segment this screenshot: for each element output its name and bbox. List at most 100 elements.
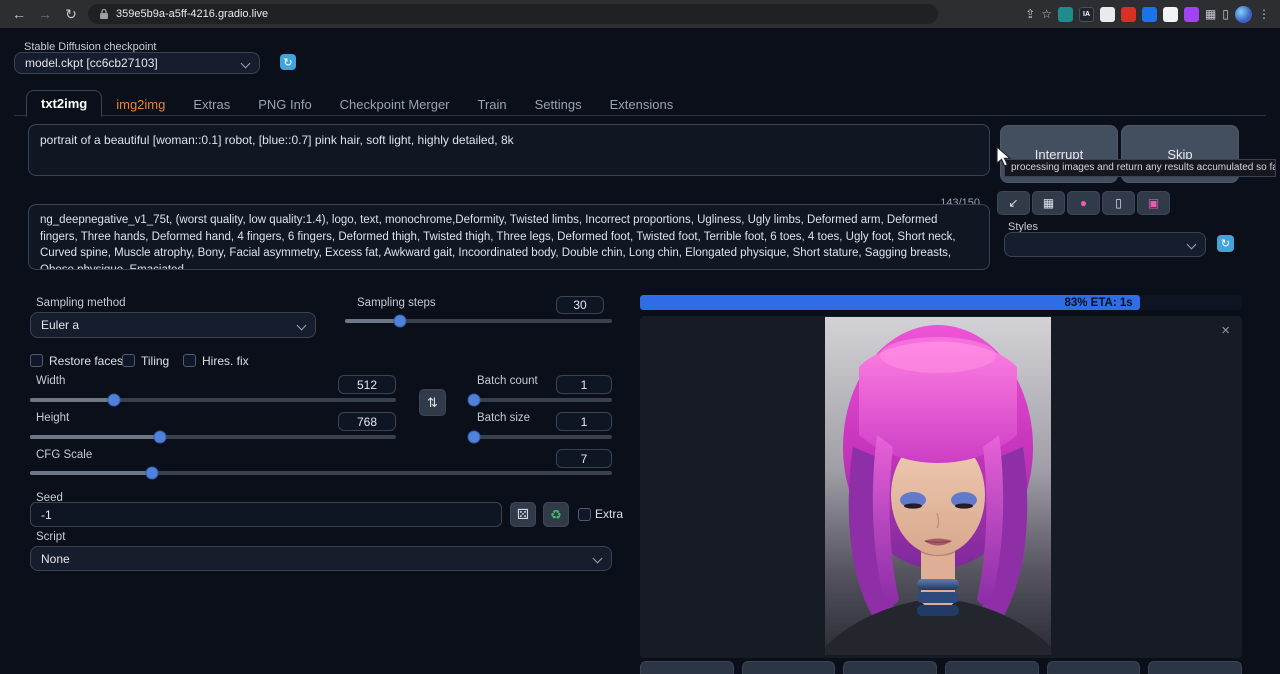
tab-settings[interactable]: Settings bbox=[521, 92, 596, 117]
grid-icon: ▦ bbox=[1043, 196, 1054, 210]
slider-handle[interactable] bbox=[154, 431, 167, 444]
browser-toolbar: ← → ↻ 359e5b9a-a5ff-4216.gradio.live ⇪ ☆… bbox=[0, 0, 1280, 28]
height-slider[interactable] bbox=[30, 435, 396, 439]
tab-txt2img[interactable]: txt2img bbox=[26, 90, 102, 117]
lock-icon bbox=[99, 8, 109, 20]
gallery-toolbar-button[interactable] bbox=[742, 661, 836, 674]
seed-extra-checkbox[interactable] bbox=[578, 508, 591, 521]
profile-avatar[interactable] bbox=[1235, 6, 1252, 23]
script-label: Script bbox=[36, 531, 65, 543]
menu-icon[interactable]: ⋮ bbox=[1258, 7, 1270, 21]
dice-icon: ⚄ bbox=[517, 506, 529, 523]
slider-handle[interactable] bbox=[108, 394, 121, 407]
share-icon[interactable]: ⇪ bbox=[1025, 7, 1035, 21]
styles-refresh-button[interactable]: ↻ bbox=[1217, 235, 1234, 252]
slider-fill bbox=[30, 398, 114, 402]
restore-faces-label: Restore faces bbox=[49, 354, 123, 368]
chevron-down-icon bbox=[593, 554, 603, 564]
checkpoint-refresh-button[interactable]: ↻ bbox=[280, 54, 296, 70]
progress-fill: 83% ETA: 1s bbox=[640, 295, 1140, 310]
cfg-scale-label: CFG Scale bbox=[36, 449, 92, 461]
extension-icon-ia[interactable]: IA bbox=[1079, 7, 1094, 22]
slider-handle[interactable] bbox=[468, 431, 481, 444]
width-value[interactable]: 512 bbox=[338, 375, 396, 394]
tab-png-info[interactable]: PNG Info bbox=[244, 92, 325, 117]
tab-checkpoint-merger[interactable]: Checkpoint Merger bbox=[326, 92, 464, 117]
restore-faces-checkbox[interactable] bbox=[30, 354, 43, 367]
sampling-steps-value[interactable]: 30 bbox=[556, 296, 604, 314]
card-icon: ● bbox=[1080, 196, 1087, 210]
tab-extras[interactable]: Extras bbox=[179, 92, 244, 117]
gallery-toolbar bbox=[640, 661, 1242, 674]
forward-icon[interactable]: → bbox=[36, 0, 54, 28]
style-card-button[interactable]: ● bbox=[1067, 191, 1100, 215]
back-icon[interactable]: ← bbox=[10, 0, 28, 28]
gallery-toolbar-button[interactable] bbox=[945, 661, 1039, 674]
tab-extensions[interactable]: Extensions bbox=[596, 92, 688, 117]
sampling-method-dropdown[interactable]: Euler a bbox=[30, 312, 316, 338]
sampling-steps-slider[interactable] bbox=[345, 319, 612, 323]
recycle-icon: ♻ bbox=[550, 507, 562, 523]
app-screen: ← → ↻ 359e5b9a-a5ff-4216.gradio.live ⇪ ☆… bbox=[0, 0, 1280, 674]
batch-count-value[interactable]: 1 bbox=[556, 375, 612, 394]
side-panel-icon[interactable]: ▯ bbox=[1222, 7, 1229, 21]
height-value[interactable]: 768 bbox=[338, 412, 396, 431]
batch-size-value[interactable]: 1 bbox=[556, 412, 612, 431]
slider-handle[interactable] bbox=[468, 394, 481, 407]
cfg-scale-value[interactable]: 7 bbox=[556, 449, 612, 468]
batch-size-slider[interactable] bbox=[468, 435, 612, 439]
batch-count-label: Batch count bbox=[477, 375, 538, 387]
address-bar[interactable]: 359e5b9a-a5ff-4216.gradio.live bbox=[88, 4, 938, 24]
sampling-method-value: Euler a bbox=[41, 318, 79, 332]
slider-fill bbox=[30, 435, 160, 439]
apply-style-button[interactable]: ▯ bbox=[1102, 191, 1135, 215]
bookmark-star-icon[interactable]: ☆ bbox=[1041, 7, 1052, 21]
hires-fix-checkbox[interactable] bbox=[183, 354, 196, 367]
slider-fill bbox=[30, 471, 152, 475]
batch-count-slider[interactable] bbox=[468, 398, 612, 402]
prompt-input[interactable]: portrait of a beautiful [woman::0.1] rob… bbox=[28, 124, 990, 176]
url-text: 359e5b9a-a5ff-4216.gradio.live bbox=[116, 8, 268, 20]
negative-prompt-input[interactable]: ng_deepnegative_v1_75t, (worst quality, … bbox=[28, 204, 990, 270]
extension-icon-purple[interactable] bbox=[1184, 7, 1199, 22]
script-dropdown[interactable]: None bbox=[30, 546, 612, 571]
reload-icon[interactable]: ↻ bbox=[62, 0, 80, 28]
generated-image[interactable] bbox=[825, 317, 1051, 655]
extension-icon-light[interactable] bbox=[1163, 7, 1178, 22]
puzzle-extensions-icon[interactable]: ▦ bbox=[1205, 7, 1216, 21]
gallery-toolbar-button[interactable] bbox=[843, 661, 937, 674]
width-slider[interactable] bbox=[30, 398, 396, 402]
browser-icons: ⇪ ☆ IA ▦ ▯ ⋮ bbox=[1025, 6, 1270, 23]
extension-icon-white[interactable] bbox=[1100, 7, 1115, 22]
cfg-scale-slider[interactable] bbox=[30, 471, 612, 475]
seed-input[interactable]: -1 bbox=[30, 502, 502, 527]
close-preview-icon[interactable]: × bbox=[1221, 323, 1230, 338]
tab-img2img[interactable]: img2img bbox=[102, 92, 179, 117]
checkpoint-dropdown[interactable]: model.ckpt [cc6cb27103] bbox=[14, 52, 260, 74]
gallery-toolbar-button[interactable] bbox=[1148, 661, 1242, 674]
paste-params-button[interactable]: ↙ bbox=[997, 191, 1030, 215]
paste-icon: ↙ bbox=[1008, 196, 1018, 210]
swap-dimensions-button[interactable]: ⇅ bbox=[419, 389, 446, 416]
chevron-down-icon bbox=[297, 320, 307, 330]
chevron-down-icon bbox=[1187, 240, 1197, 250]
random-seed-button[interactable]: ⚄ bbox=[510, 502, 536, 527]
extension-icon-blue[interactable] bbox=[1142, 7, 1157, 22]
gallery-toolbar-button[interactable] bbox=[1047, 661, 1141, 674]
save-style-button[interactable]: ▣ bbox=[1137, 191, 1170, 215]
save-icon: ▣ bbox=[1148, 196, 1159, 210]
reuse-seed-button[interactable]: ♻ bbox=[543, 502, 569, 527]
styles-dropdown[interactable] bbox=[1004, 232, 1206, 257]
interrupt-tooltip: processing images and return any results… bbox=[1004, 159, 1276, 177]
extension-icon-teal[interactable] bbox=[1058, 7, 1073, 22]
extra-networks-button[interactable]: ▦ bbox=[1032, 191, 1065, 215]
extension-icon-red[interactable] bbox=[1121, 7, 1136, 22]
sampling-method-label: Sampling method bbox=[36, 297, 126, 309]
tiling-checkbox[interactable] bbox=[122, 354, 135, 367]
seed-extra-label: Extra bbox=[595, 507, 623, 521]
gallery-toolbar-button[interactable] bbox=[640, 661, 734, 674]
slider-handle[interactable] bbox=[146, 467, 159, 480]
tab-train[interactable]: Train bbox=[464, 92, 521, 117]
slider-handle[interactable] bbox=[394, 315, 407, 328]
clipboard-icon: ▯ bbox=[1115, 196, 1122, 210]
